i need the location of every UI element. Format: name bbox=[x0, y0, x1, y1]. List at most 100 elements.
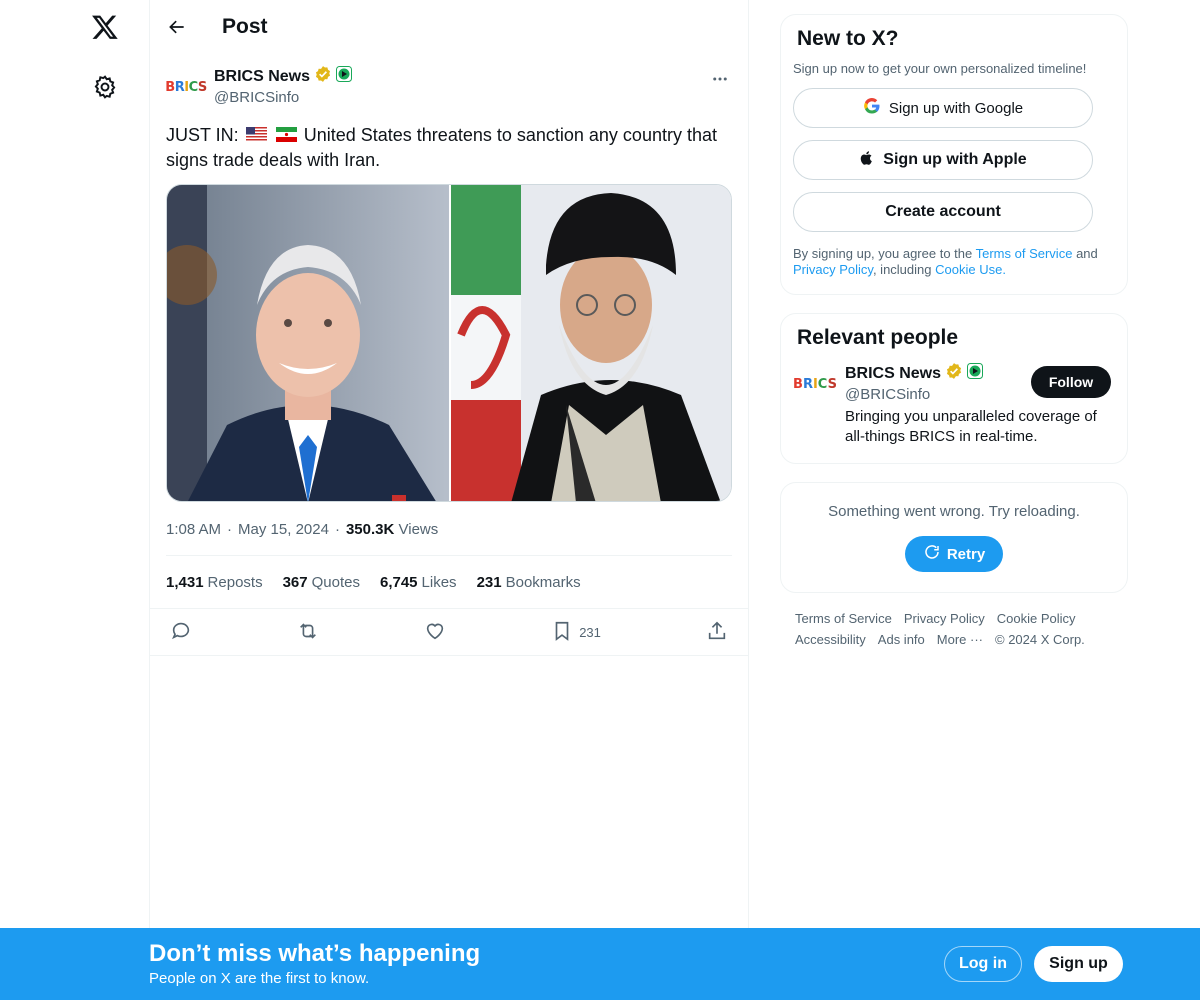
x-logo-icon[interactable] bbox=[88, 10, 122, 44]
error-card: Something went wrong. Try reloading. Ret… bbox=[780, 482, 1128, 593]
bookmark-button[interactable]: 231 bbox=[551, 620, 601, 645]
create-account-label: Create account bbox=[885, 203, 1001, 220]
retry-label: Retry bbox=[946, 545, 986, 563]
verified-badge-icon bbox=[945, 362, 963, 385]
create-account-button[interactable]: Create account bbox=[793, 192, 1093, 232]
post-image-right[interactable] bbox=[449, 185, 731, 502]
banner-subtitle: People on X are the first to know. bbox=[149, 970, 370, 987]
arrow-left-icon[interactable] bbox=[166, 16, 188, 38]
right-sidebar: New to X? Sign up now to get your own pe… bbox=[780, 14, 1128, 647]
repost-button[interactable] bbox=[297, 620, 319, 645]
stat-label: Bookmarks bbox=[505, 573, 581, 591]
stat-count: 6,745 bbox=[379, 573, 418, 591]
post-time[interactable]: 1:08 AM bbox=[166, 521, 221, 538]
views-count: 350.3K bbox=[345, 521, 395, 539]
signup-button[interactable]: Sign up bbox=[1034, 946, 1123, 982]
stat-count: 367 bbox=[282, 573, 308, 591]
relevant-title: Relevant people bbox=[797, 326, 959, 349]
top-bar: Post bbox=[150, 0, 748, 54]
stat-label: Quotes bbox=[311, 573, 360, 591]
footer-link-more[interactable]: More ··· bbox=[937, 632, 983, 647]
google-signup-button[interactable]: Sign up with Google bbox=[793, 88, 1093, 128]
heart-icon bbox=[424, 620, 446, 645]
footer-link-cookie[interactable]: Cookie Policy bbox=[997, 611, 1076, 626]
stat-bookmarks[interactable]: 231 Bookmarks bbox=[477, 574, 581, 591]
gear-icon[interactable] bbox=[92, 74, 118, 100]
share-button[interactable] bbox=[706, 620, 728, 645]
us-flag-icon bbox=[245, 124, 267, 148]
author-name[interactable]: BRICS News bbox=[214, 68, 310, 86]
person-row[interactable]: BRICS BRICS News @BRICSinfo Bringing you… bbox=[793, 362, 1115, 447]
google-icon bbox=[863, 97, 881, 119]
bookmark-icon bbox=[551, 620, 573, 645]
footer-link-terms[interactable]: Terms of Service bbox=[795, 611, 892, 626]
follow-button[interactable]: Follow bbox=[1031, 366, 1111, 398]
stat-count: 1,431 bbox=[166, 573, 204, 591]
privacy-link[interactable]: Privacy Policy bbox=[793, 262, 873, 277]
person-bio: Bringing you unparalleled coverage of al… bbox=[845, 408, 1097, 445]
iran-flag-icon bbox=[275, 124, 297, 148]
author-handle[interactable]: @BRICSinfo bbox=[214, 89, 352, 106]
apple-signup-label: Sign up with Apple bbox=[883, 151, 1027, 168]
separator: · bbox=[227, 521, 233, 539]
verified-badge-icon bbox=[314, 65, 332, 88]
views: 350.3K Views bbox=[346, 521, 438, 538]
footer-link-privacy[interactable]: Privacy Policy bbox=[904, 611, 985, 626]
author-names: BRICS News @BRICSinfo bbox=[214, 65, 353, 106]
signup-title: New to X? bbox=[797, 27, 899, 50]
like-button[interactable] bbox=[424, 620, 446, 645]
post-image-left[interactable] bbox=[167, 185, 449, 502]
page-title: Post bbox=[222, 15, 268, 38]
avatar-text: BRICS bbox=[793, 376, 837, 392]
stat-likes[interactable]: 6,745 Likes bbox=[380, 574, 457, 591]
avatar[interactable]: BRICS bbox=[165, 67, 207, 107]
footer-link-ads[interactable]: Ads info bbox=[878, 632, 925, 647]
legal-text: , including bbox=[872, 262, 932, 277]
person-name[interactable]: BRICS News bbox=[845, 365, 941, 383]
cookie-link[interactable]: Cookie Use bbox=[935, 262, 1002, 277]
signup-banner: Don’t miss what’s happening People on X … bbox=[0, 928, 1200, 1000]
refresh-icon bbox=[923, 543, 941, 565]
post-date[interactable]: May 15, 2024 bbox=[238, 521, 329, 538]
stat-reposts[interactable]: 1,431 Reposts bbox=[166, 574, 263, 591]
post-media[interactable] bbox=[166, 184, 732, 503]
views-label: Views bbox=[398, 521, 439, 539]
post-stats: 1,431 Reposts 367 Quotes 6,745 Likes 231 Boo… bbox=[166, 556, 732, 608]
apple-signup-button[interactable]: Sign up with Apple bbox=[793, 140, 1093, 180]
post-text: JUST IN: United States threatens to sanc… bbox=[166, 123, 726, 172]
terms-link[interactable]: Terms of Service bbox=[976, 246, 1073, 261]
more-icon[interactable] bbox=[708, 67, 732, 91]
reply-button[interactable] bbox=[170, 620, 192, 645]
signup-legal: By signing up, you agree to the Terms of… bbox=[793, 246, 1115, 278]
bookmark-count: 231 bbox=[579, 624, 601, 640]
repost-icon bbox=[297, 620, 319, 645]
post-text-prefix: JUST IN: bbox=[166, 125, 239, 145]
reply-icon bbox=[170, 620, 192, 645]
legal-text: and bbox=[1076, 246, 1098, 261]
name-line: BRICS News bbox=[214, 65, 353, 88]
stat-label: Reposts bbox=[207, 573, 263, 591]
left-nav bbox=[0, 0, 150, 1000]
google-signup-label: Sign up with Google bbox=[888, 99, 1024, 117]
affiliate-badge-icon bbox=[336, 66, 353, 87]
login-button[interactable]: Log in bbox=[944, 946, 1022, 982]
apple-icon bbox=[859, 149, 875, 172]
legal-text: . bbox=[1002, 262, 1006, 277]
signup-card: New to X? Sign up now to get your own pe… bbox=[780, 14, 1128, 295]
main-column: Post BRICS BRICS News @BRICSinfo JUST IN… bbox=[149, 0, 749, 1000]
post-author: BRICS BRICS News @BRICSinfo bbox=[165, 65, 732, 107]
share-icon bbox=[706, 620, 728, 645]
stat-quotes[interactable]: 367 Quotes bbox=[283, 574, 360, 591]
post: BRICS BRICS News @BRICSinfo JUST IN: Uni… bbox=[150, 65, 748, 657]
footer-link-accessibility[interactable]: Accessibility bbox=[795, 632, 866, 647]
footer-links: Terms of Service Privacy Policy Cookie P… bbox=[780, 611, 1110, 647]
affiliate-badge-icon bbox=[967, 363, 984, 384]
relevant-people-card: Relevant people BRICS BRICS News @BRICSi bbox=[780, 313, 1128, 464]
signup-subtitle: Sign up now to get your own personalized… bbox=[793, 61, 1087, 76]
retry-button[interactable]: Retry bbox=[905, 536, 1003, 572]
stat-label: Likes bbox=[421, 573, 457, 591]
avatar[interactable]: BRICS bbox=[793, 362, 837, 406]
avatar-text: BRICS bbox=[165, 79, 207, 95]
footer-copyright: © 2024 X Corp. bbox=[995, 632, 1085, 647]
post-actions: 231 bbox=[150, 608, 748, 657]
